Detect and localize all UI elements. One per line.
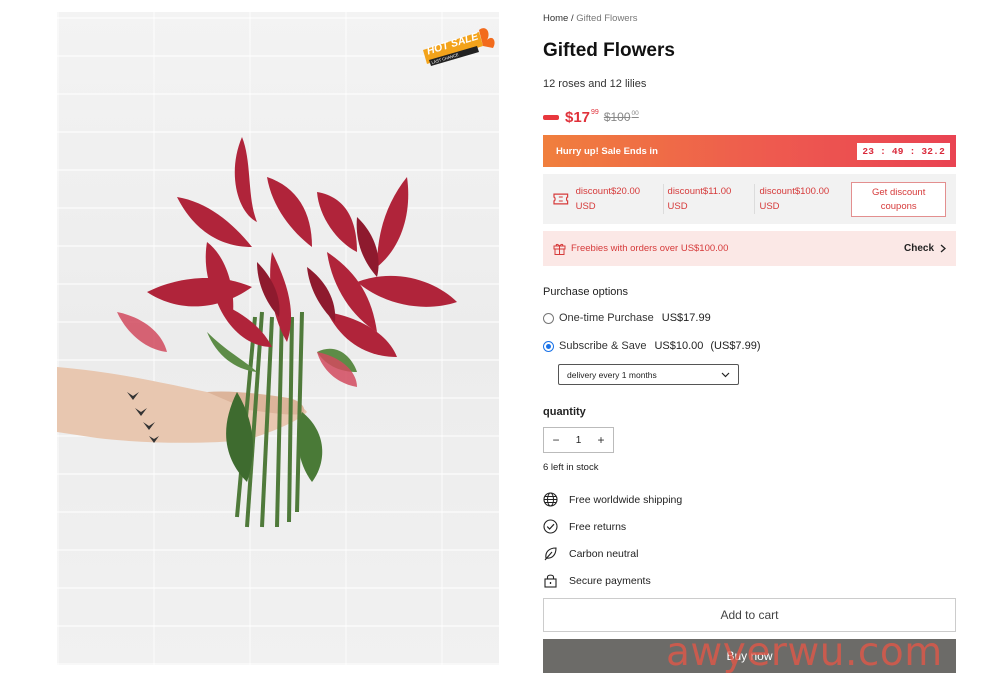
subscribe-price: US$10.00 [654,340,704,352]
sale-timer-text: Hurry up! Sale Ends in [556,145,658,157]
one-time-label: One-time Purchase [559,312,654,324]
option-one-time[interactable]: One-time Purchase US$17.99 [543,312,711,324]
breadcrumb-separator: / [570,13,574,24]
one-time-price: US$17.99 [661,312,711,324]
coupon-item: discount$20.00 USD [576,184,664,214]
leaf-icon [544,547,557,561]
sale-price-cents: 99 [591,108,599,116]
quantity-stepper: − 1 + [543,427,614,453]
original-price-cents: 00 [631,110,639,117]
freebies-check-link[interactable]: Check [904,243,946,254]
feature-label: Free returns [569,520,627,533]
breadcrumb: Home / Gifted Flowers [543,13,638,24]
coupon-unit: USD [575,201,596,212]
coupon-unit: USD [667,201,688,212]
coupon-item: discount$11.00 USD [668,184,756,214]
feature-label: Free worldwide shipping [569,493,683,506]
coupon-panel: discount$20.00 USD discount$11.00 USD di… [543,174,956,224]
coupon-label: discount$11.00 [667,186,732,197]
globe-icon [543,492,558,507]
product-subtitle: 12 roses and 12 lilies [543,78,647,90]
chevron-right-icon [940,244,946,253]
coupon-item: discount$100.00 USD [759,184,847,214]
stock-status: 6 left in stock [543,462,599,473]
chevron-down-icon [721,372,730,377]
option-subscribe[interactable]: Subscribe & Save US$10.00 (US$7.99) [543,340,761,352]
original-price-main: $100 [603,110,631,124]
feature-item: Free worldwide shipping [543,486,682,513]
feature-item: Secure payments [543,567,682,594]
price-row: $1799 $10000 [543,107,639,127]
feature-item: Carbon neutral [543,540,682,567]
gift-icon [553,243,566,255]
sale-timer-bar: Hurry up! Sale Ends in 23 : 49 : 32.2 [543,135,956,167]
feature-label: Carbon neutral [569,547,639,560]
product-image: HOT SALE LAST CHANCE [57,12,499,665]
coupon-button-line2: coupons [880,200,917,212]
original-price: $10000 [604,110,639,124]
coupon-button-line1: Get discount [872,186,926,198]
feature-label: Secure payments [569,574,651,587]
features-list: Free worldwide shipping Free returns Car… [543,486,682,594]
freebies-prefix: Freebies with orders over [571,243,681,254]
sale-price-main: $17 [565,108,591,126]
get-discount-coupons-button[interactable]: Get discount coupons [851,181,947,217]
feature-item: Free returns [543,513,682,540]
delivery-frequency-value: delivery every 1 months [567,369,657,380]
quantity-increase-button[interactable]: + [595,433,607,447]
add-to-cart-button[interactable]: Add to cart [543,598,956,632]
quantity-label: quantity [543,406,586,418]
buy-now-button[interactable]: Buy now [543,639,956,673]
coupon-unit: USD [759,201,780,212]
delivery-frequency-select[interactable]: delivery every 1 months [558,364,739,385]
breadcrumb-current: Gifted Flowers [576,13,638,24]
subscribe-radio[interactable] [543,340,554,352]
check-circle-icon [543,519,558,534]
subscribe-label: Subscribe & Save [559,340,647,352]
page-title: Gifted Flowers [543,40,675,61]
breadcrumb-home[interactable]: Home [543,13,568,24]
sale-price: $1799 [565,109,599,126]
check-label: Check [903,243,934,254]
ticket-icon [553,193,569,205]
coupon-label: discount$100.00 [759,186,830,197]
coupon-label: discount$20.00 [575,186,641,197]
freebies-text: Freebies with orders over US$100.00 [571,243,728,254]
countdown-timer: 23 : 49 : 32.2 [857,142,950,160]
quantity-decrease-button[interactable]: − [550,433,562,447]
subscribe-original-price: (US$7.99) [710,340,761,352]
purchase-options-label: Purchase options [543,286,628,298]
sale-dash-icon [543,114,559,120]
one-time-radio[interactable] [543,312,554,324]
freebies-threshold: US$100.00 [680,243,729,254]
quantity-value[interactable]: 1 [576,435,582,446]
lock-icon [544,574,557,588]
flower-bouquet-image [57,137,457,528]
freebies-banner: Freebies with orders over US$100.00 Chec… [543,231,956,266]
